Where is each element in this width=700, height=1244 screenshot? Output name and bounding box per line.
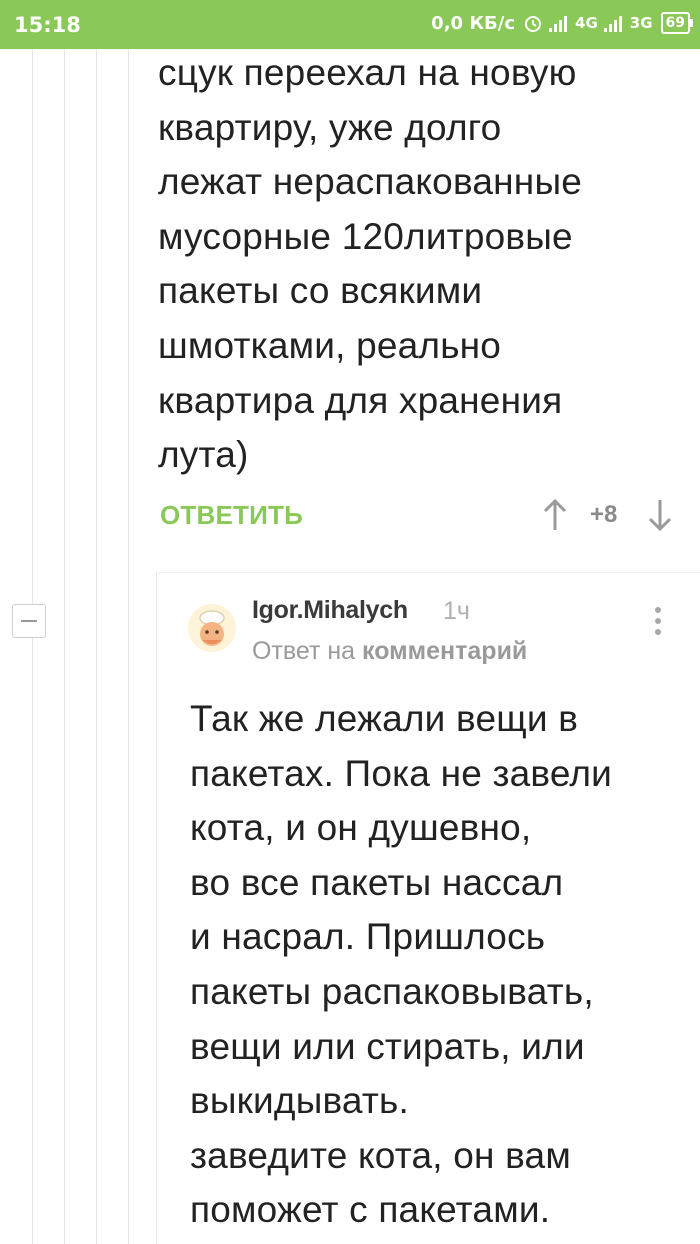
signal-icon-2: 3G <box>603 14 653 32</box>
comment-body: сцук переехал на новую квартиру, уже дол… <box>158 52 583 476</box>
status-time: 15:18 <box>14 13 81 37</box>
comment-rating: +8 <box>590 501 618 528</box>
vote-down-icon[interactable] <box>645 498 675 537</box>
comment-time: 1ч <box>443 597 470 625</box>
more-options-icon[interactable] <box>650 607 666 641</box>
reply-to-comment-link[interactable]: комментарий <box>362 637 527 665</box>
thread-line <box>96 49 97 1244</box>
comment-body: Так же лежали вещи в пакетах. Пока не за… <box>190 698 613 1231</box>
reply-divider <box>156 572 700 573</box>
collapse-thread-button[interactable] <box>12 604 46 638</box>
network-speed: 0,0 КБ/с <box>431 12 516 34</box>
battery-icon: 69 <box>660 12 694 34</box>
thread-line <box>32 49 33 1244</box>
signal-type-label-2: 3G <box>629 14 653 32</box>
alarm-icon <box>523 13 543 33</box>
comment-author[interactable]: Igor.Mihalych <box>252 596 408 625</box>
vote-up-icon[interactable] <box>540 498 570 537</box>
thread-line <box>128 49 129 1244</box>
status-bar: 15:18 0,0 КБ/с 4G 3G 69 <box>0 0 700 49</box>
signal-type-label: 4G <box>575 14 598 32</box>
reply-thread-border <box>156 572 157 1244</box>
thread-line <box>64 49 65 1244</box>
reply-button[interactable]: ОТВЕТИТЬ <box>160 500 303 531</box>
reply-to-info: Ответ на комментарий <box>252 637 527 666</box>
signal-icon: 4G <box>549 14 598 32</box>
reply-to-prefix: Ответ на <box>252 637 356 665</box>
status-right: 0,0 КБ/с 4G 3G 69 <box>431 12 694 34</box>
avatar[interactable] <box>188 604 236 652</box>
